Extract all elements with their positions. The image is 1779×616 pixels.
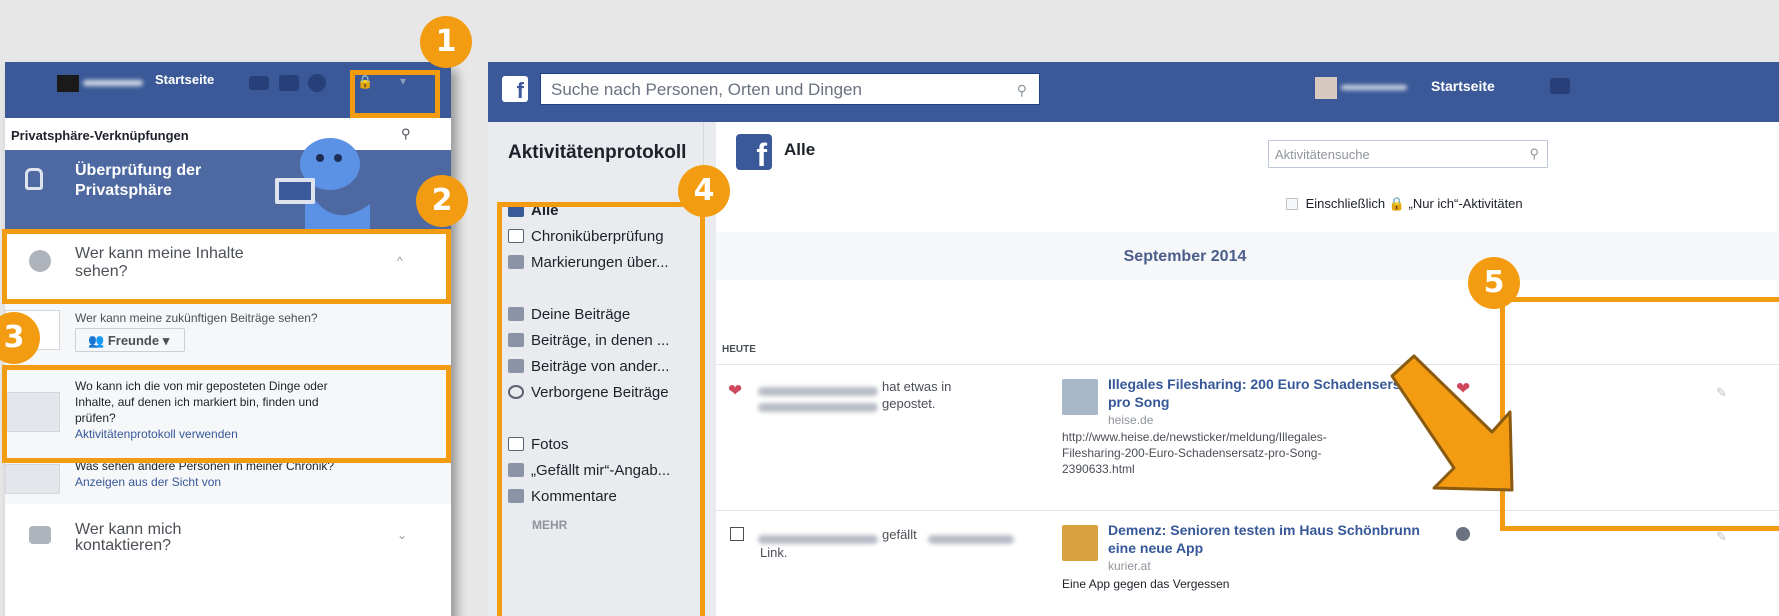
timeline-preview-icon bbox=[5, 464, 60, 494]
entry-action-a: hat etwas in bbox=[882, 379, 952, 394]
globe-icon bbox=[1456, 527, 1470, 541]
facebook-logo-icon[interactable]: f bbox=[502, 76, 528, 103]
link-source: kurier.at bbox=[1108, 559, 1151, 573]
lock-icon bbox=[25, 168, 43, 190]
badge-2: 2 bbox=[416, 175, 468, 227]
activity-search-placeholder: Aktivitätensuche bbox=[1275, 147, 1370, 162]
only-me-label: Einschließlich 🔒 „Nur ich“-Aktivitäten bbox=[1305, 196, 1523, 211]
badge-1: 1 bbox=[420, 16, 472, 68]
content-title: Alle bbox=[784, 140, 816, 159]
friends-icon[interactable] bbox=[249, 76, 269, 90]
sidebar-title: Aktivitätenprotokoll bbox=[508, 142, 687, 163]
search-icon[interactable]: ⚲ bbox=[401, 126, 411, 142]
link-source: heise.de bbox=[1108, 413, 1154, 427]
link-title[interactable]: Demenz: Senioren testen im Haus Schönbru… bbox=[1108, 521, 1420, 557]
link-title-line-2: eine neue App bbox=[1108, 540, 1204, 556]
facebook-logo-icon: f bbox=[736, 134, 772, 173]
desktop-top-bar: f Suche nach Personen, Orten und Dingen … bbox=[488, 62, 1779, 122]
privacy-checkup-banner[interactable]: Überprüfung der Privatsphäre bbox=[5, 138, 451, 232]
search-placeholder: Suche nach Personen, Orten und Dingen bbox=[551, 80, 862, 99]
badge-5: 5 bbox=[1468, 257, 1520, 309]
link-title-line-2: pro Song bbox=[1108, 394, 1170, 410]
friends-icon[interactable] bbox=[1550, 78, 1570, 94]
home-link[interactable]: Startseite bbox=[1431, 78, 1495, 94]
mobile-privacy-panel: Startseite 🔒 ▾ Privatsphäre-Verknüpfunge… bbox=[5, 62, 451, 616]
only-me-filter[interactable]: Einschließlich 🔒 „Nur ich“-Aktivitäten bbox=[1286, 196, 1523, 212]
arrow-pointer bbox=[1390, 354, 1514, 492]
audience-icon: 👥 bbox=[88, 333, 108, 348]
link-title-line-1: Illegales Filesharing: 200 Euro Schadens… bbox=[1108, 376, 1421, 392]
future-posts-row: Wer kann meine zukünftigen Beiträge sehe… bbox=[5, 302, 451, 368]
link-url-line-2: Filesharing-200-Euro-Schadensersatz-pro-… bbox=[1062, 446, 1322, 460]
only-me-checkbox[interactable] bbox=[1286, 198, 1298, 210]
search-icon[interactable]: ⚲ bbox=[1529, 146, 1539, 162]
link-description: Eine App gegen das Vergessen bbox=[1062, 577, 1230, 591]
target-blurred bbox=[928, 535, 1014, 544]
link-url[interactable]: http://www.heise.de/newsticker/meldung/I… bbox=[1062, 429, 1327, 477]
highlight-activity-log-link bbox=[2, 365, 451, 463]
audience-selector[interactable]: 👥 Freunde ▾ bbox=[75, 328, 185, 352]
edit-pencil-icon[interactable]: ✎ bbox=[1716, 529, 1727, 545]
profile-avatar[interactable] bbox=[1315, 77, 1337, 99]
checkup-title-2: Privatsphäre bbox=[75, 182, 172, 199]
chevron-down-icon: ⌄ bbox=[397, 528, 408, 542]
badge-4: 4 bbox=[678, 165, 730, 217]
month-header: September 2014 bbox=[716, 232, 1779, 280]
highlight-privacy-shortcuts bbox=[350, 70, 440, 118]
link-url-line-3: 2390633.html bbox=[1062, 462, 1135, 476]
checkup-title-1: Überprüfung der bbox=[75, 162, 202, 179]
entry-action-b: Link. bbox=[760, 545, 788, 560]
messages-icon[interactable] bbox=[279, 75, 299, 91]
who-contacts-row[interactable]: Wer kann mich kontaktieren? ⌄ bbox=[5, 512, 451, 572]
highlight-edit-column bbox=[1500, 297, 1779, 531]
actor-blurred bbox=[758, 535, 878, 544]
link-title-line-1: Demenz: Senioren testen im Haus Schönbru… bbox=[1108, 522, 1420, 538]
heart-icon: ❤ bbox=[728, 381, 743, 400]
link-title[interactable]: Illegales Filesharing: 200 Euro Schadens… bbox=[1108, 375, 1420, 411]
contacts-line-1: Wer kann mich bbox=[75, 521, 182, 538]
dinosaur-illustration bbox=[275, 138, 370, 232]
contacts-line-2: kontaktieren? bbox=[75, 537, 172, 554]
link-share-icon bbox=[730, 527, 744, 541]
link-thumbnail[interactable] bbox=[1062, 379, 1098, 415]
entry-action-b: gepostet. bbox=[882, 396, 936, 411]
profile-name-blurred bbox=[83, 80, 143, 86]
timeline-view-row[interactable]: Was sehen andere Personen in meiner Chro… bbox=[5, 458, 451, 504]
profile-name-blurred bbox=[1341, 85, 1407, 90]
entry-action-a: gefällt bbox=[882, 527, 917, 542]
view-as-link[interactable]: Anzeigen aus der Sicht von bbox=[75, 474, 334, 490]
section-title: Privatsphäre-Verknüpfungen bbox=[11, 128, 189, 143]
notifications-globe-icon[interactable] bbox=[308, 74, 326, 92]
link-url-line-1: http://www.heise.de/newsticker/meldung/I… bbox=[1062, 430, 1327, 444]
highlight-who-sees bbox=[2, 229, 451, 304]
highlight-sidebar bbox=[497, 202, 705, 616]
today-label: HEUTE bbox=[722, 344, 756, 355]
search-input[interactable]: Suche nach Personen, Orten und Dingen ⚲ bbox=[540, 73, 1040, 105]
audience-label: Freunde ▾ bbox=[107, 333, 170, 348]
profile-avatar[interactable] bbox=[57, 75, 79, 92]
activity-search-input[interactable]: Aktivitätensuche ⚲ bbox=[1268, 140, 1548, 168]
contacts-icon bbox=[29, 526, 51, 544]
actor-blurred bbox=[758, 387, 878, 396]
home-link[interactable]: Startseite bbox=[155, 72, 214, 87]
search-icon[interactable]: ⚲ bbox=[1017, 80, 1027, 100]
link-thumbnail[interactable] bbox=[1062, 525, 1098, 561]
target-blurred bbox=[758, 403, 878, 412]
future-posts-question: Wer kann meine zukünftigen Beiträge sehe… bbox=[75, 311, 318, 325]
